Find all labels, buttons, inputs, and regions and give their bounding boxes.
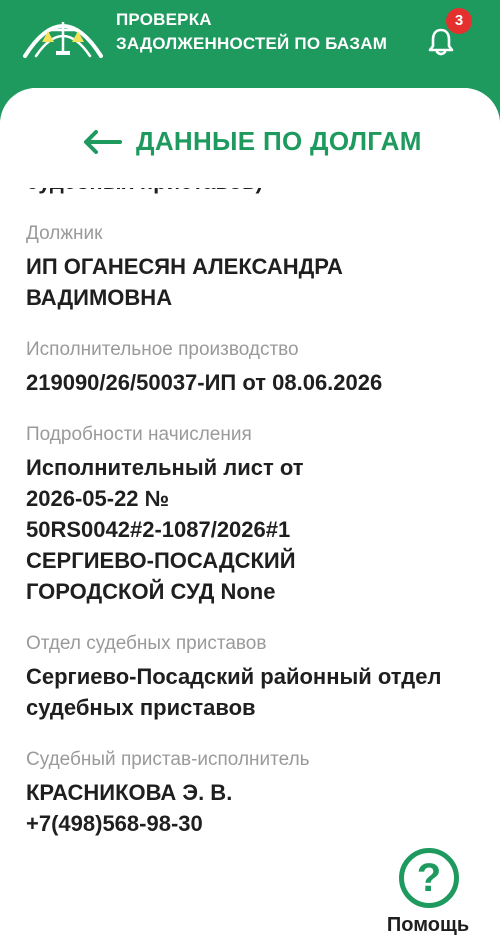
field-charge-details: Подробности начисления Исполнительный ли… xyxy=(26,422,476,607)
field-bailiff-department: Отдел судебных приставов Сергиево-Посадс… xyxy=(26,631,476,723)
field-debtor: Должник ИП ОГАНЕСЯН АЛЕКСАНДРА ВАДИМОВНА xyxy=(26,221,476,313)
section-header: ДАННЫЕ ПО ДОЛГАМ xyxy=(0,88,500,188)
field-value: Исполнительный лист от 2026-05-22 № 50RS… xyxy=(26,452,476,607)
field-label: Отдел судебных приставов xyxy=(26,633,267,654)
field-value-line: 50RS0042#2-1087/2026#1 xyxy=(26,517,291,542)
help-label[interactable]: Помощь xyxy=(372,914,484,937)
field-value: 219090/26/50037-ИП от 08.06.2026 xyxy=(26,370,383,395)
field-value: Сергиево-Посадский районный отдел судебн… xyxy=(26,664,442,720)
help-button[interactable]: ? Помощь xyxy=(372,848,484,941)
field-enforcement-proceeding: Исполнительное производство 219090/26/50… xyxy=(26,337,476,398)
field-label: Подробности начисления xyxy=(26,424,252,445)
field-value-line: Исполнительный лист от xyxy=(26,455,304,480)
notification-badge[interactable]: 3 xyxy=(446,8,472,34)
scales-emblem-icon xyxy=(23,22,103,58)
debt-details-list: судебных приставов) Должник ИП ОГАНЕСЯН … xyxy=(26,169,476,863)
field-label: Должник xyxy=(26,223,103,244)
field-value-line: 2026-05-22 № xyxy=(26,486,170,511)
app-title-line-2: ЗАДОЛЖЕННОСТЕЙ ПО БАЗАМ xyxy=(116,34,388,53)
field-label: Исполнительное производство xyxy=(26,339,299,360)
field-label: Судебный пристав-исполнитель xyxy=(26,749,310,770)
app-title: ПРОВЕРКА ЗАДОЛЖЕННОСТЕЙ ПО БАЗАМ xyxy=(116,8,387,56)
field-value: КРАСНИКОВА Э. В. +7(498)568-98-30 xyxy=(26,777,476,839)
field-value: ИП ОГАНЕСЯН АЛЕКСАНДРА ВАДИМОВНА xyxy=(26,254,343,310)
field-value-line: КРАСНИКОВА Э. В. xyxy=(26,780,233,805)
field-value-line: СЕРГИЕВО-ПОСАДСКИЙ xyxy=(26,548,296,573)
field-bailiff-executor: Судебный пристав-исполнитель КРАСНИКОВА … xyxy=(26,747,476,839)
field-value-line[interactable]: +7(498)568-98-30 xyxy=(26,808,476,839)
app-screen: ПРОВЕРКА ЗАДОЛЖЕННОСТЕЙ ПО БАЗАМ 3 ДАННЫ… xyxy=(0,0,500,941)
arrow-left-icon[interactable] xyxy=(82,130,122,154)
field-value-line: ГОРОДСКОЙ СУД None xyxy=(26,579,276,604)
debt-details-card: ДАННЫЕ ПО ДОЛГАМ судебных приставов) Дол… xyxy=(0,88,500,941)
section-title: ДАННЫЕ ПО ДОЛГАМ xyxy=(136,126,422,156)
app-title-line-1: ПРОВЕРКА xyxy=(116,10,212,29)
question-mark-icon[interactable]: ? xyxy=(399,848,459,908)
